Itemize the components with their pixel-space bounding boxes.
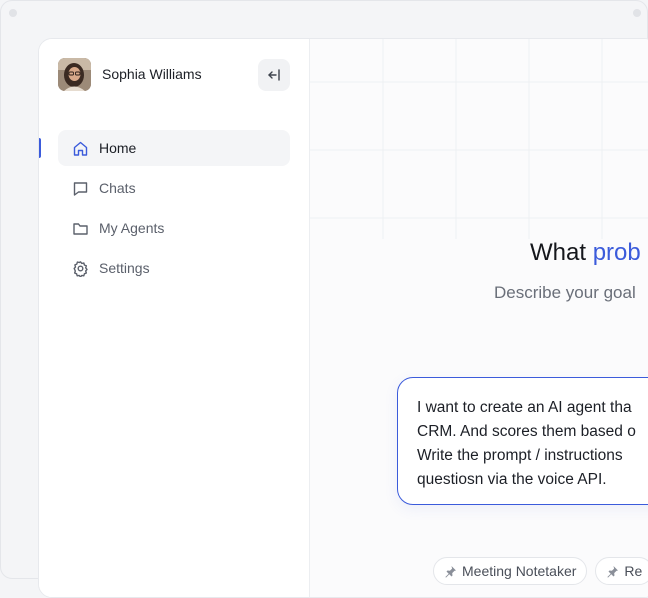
active-indicator	[39, 138, 41, 158]
frame-corner-dot	[633, 9, 641, 17]
collapse-sidebar-button[interactable]	[258, 59, 290, 91]
prompt-text-line: Write the prompt / instructions	[417, 447, 623, 464]
suggestion-chips: Meeting Notetaker Re	[433, 557, 648, 585]
suggestion-chip-label: Re	[624, 563, 643, 579]
user-profile[interactable]: Sophia Williams	[58, 58, 292, 92]
prompt-text-line: CRM. And scores them based o	[417, 423, 636, 440]
collapse-sidebar-icon	[267, 68, 281, 82]
page-title-prefix: What	[530, 239, 593, 266]
sidebar-item-label: Chats	[99, 180, 136, 196]
suggestion-chip[interactable]: Re	[595, 557, 648, 585]
sidebar-item-label: Home	[99, 140, 137, 156]
app-window: Sophia Williams Home Chats My Agents Set…	[38, 38, 648, 598]
sidebar-item-label: My Agents	[99, 220, 165, 236]
prompt-text-line: I want to create an AI agent tha	[417, 399, 632, 416]
page-title-accent: prob	[592, 239, 641, 266]
folder-icon	[72, 220, 89, 237]
user-name: Sophia Williams	[102, 66, 202, 82]
suggestion-chip-meeting-notetaker[interactable]: Meeting Notetaker	[433, 557, 588, 585]
prompt-input[interactable]: I want to create an AI agent tha CRM. An…	[397, 377, 648, 505]
gear-icon	[72, 260, 89, 277]
sidebar-item-my-agents[interactable]: My Agents	[58, 210, 290, 246]
pin-icon	[606, 565, 619, 578]
sidebar-nav: Home Chats My Agents Settings	[39, 130, 290, 290]
frame-corner-dot	[9, 9, 17, 17]
prompt-text-line: questiosn via the voice API.	[417, 471, 607, 488]
sidebar: Sophia Williams Home Chats My Agents Set…	[39, 39, 310, 597]
suggestion-chip-label: Meeting Notetaker	[462, 563, 577, 579]
main-panel: What prob Describe your goal I want to c…	[310, 39, 648, 597]
avatar[interactable]	[58, 58, 91, 91]
home-icon	[72, 140, 89, 157]
chat-icon	[72, 180, 89, 197]
sidebar-item-label: Settings	[99, 260, 150, 276]
sidebar-item-settings[interactable]: Settings	[58, 250, 290, 286]
sidebar-item-home[interactable]: Home	[39, 130, 290, 166]
sidebar-item-chats[interactable]: Chats	[58, 170, 290, 206]
background-grid	[310, 39, 648, 239]
pin-icon	[444, 565, 457, 578]
page-subtitle: Describe your goal	[494, 283, 636, 302]
page-title: What prob	[530, 239, 641, 267]
